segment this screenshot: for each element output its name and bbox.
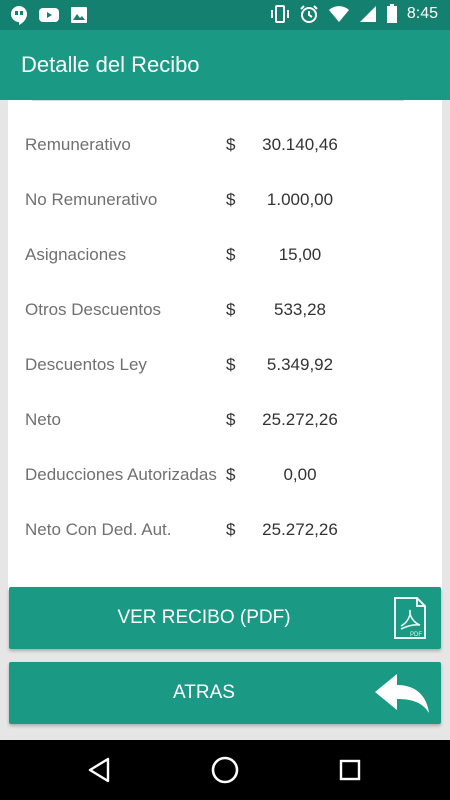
row-label: No Remunerativo	[25, 190, 158, 209]
status-time: 8:45	[406, 5, 438, 22]
back-label: ATRAS	[173, 682, 235, 703]
home-icon[interactable]	[209, 755, 241, 785]
row-value: 15,00	[278, 245, 322, 264]
receipt-card: Remunerativo $ 30.140,46 No Remunerativo…	[8, 100, 442, 590]
receipt-row-otros-descuentos: Otros Descuentos $ 533,28	[8, 295, 442, 325]
row-label: Remunerativo	[25, 135, 131, 154]
signal-icon	[359, 6, 376, 22]
view-pdf-label: VER RECIBO (PDF)	[117, 607, 291, 628]
view-pdf-button[interactable]: VER RECIBO (PDF) PDF	[9, 587, 441, 649]
wifi-icon	[328, 6, 349, 22]
row-label: Deducciones Autorizadas	[25, 465, 217, 484]
receipt-row-neto-con-ded: Neto Con Ded. Aut. $ 25.272,26	[8, 515, 442, 545]
row-value: 30.140,46	[262, 135, 338, 154]
row-label: Asignaciones	[25, 245, 127, 264]
currency-symbol: $	[226, 135, 236, 154]
nav-bar	[0, 740, 450, 800]
card-divider	[32, 100, 404, 101]
currency-symbol: $	[226, 245, 236, 264]
currency-symbol: $	[226, 355, 236, 374]
receipt-row-remunerativo: Remunerativo $ 30.140,46	[8, 130, 442, 160]
row-value: 0,00	[283, 465, 317, 484]
back-icon[interactable]	[86, 755, 114, 785]
youtube-icon	[39, 8, 59, 22]
alarm-icon	[300, 5, 318, 23]
row-label: Neto Con Ded. Aut.	[25, 520, 172, 539]
reply-arrow-icon	[375, 674, 429, 713]
row-value: 25.272,26	[262, 520, 338, 539]
pdf-icon: PDF	[394, 597, 426, 639]
status-bar: 8:45	[0, 0, 450, 30]
back-button[interactable]: ATRAS	[9, 662, 441, 724]
hangouts-icon	[11, 6, 27, 25]
app-bar: Detalle del Recibo	[0, 30, 450, 100]
receipt-row-deducciones-autorizadas: Deducciones Autorizadas $ 0,00	[8, 460, 442, 490]
recents-icon[interactable]	[337, 755, 363, 785]
row-value: 5.349,92	[266, 355, 334, 374]
receipt-row-asignaciones: Asignaciones $ 15,00	[8, 240, 442, 270]
receipt-row-neto: Neto $ 25.272,26	[8, 405, 442, 435]
receipt-row-descuentos-ley: Descuentos Ley $ 5.349,92	[8, 350, 442, 380]
row-label: Neto	[25, 410, 61, 429]
row-value: 1.000,00	[266, 190, 334, 209]
row-value: 533,28	[274, 300, 326, 319]
row-value: 25.272,26	[262, 410, 338, 429]
currency-symbol: $	[226, 410, 236, 429]
page-title: Detalle del Recibo	[21, 52, 200, 77]
receipt-row-no-remunerativo: No Remunerativo $ 1.000,00	[8, 185, 442, 215]
image-icon	[71, 7, 87, 23]
currency-symbol: $	[226, 300, 236, 319]
vibrate-icon	[270, 5, 289, 23]
currency-symbol: $	[226, 190, 236, 209]
pdf-icon-text: PDF	[410, 632, 422, 638]
currency-symbol: $	[226, 520, 236, 539]
battery-icon	[386, 4, 397, 23]
row-label: Descuentos Ley	[25, 355, 147, 374]
row-label: Otros Descuentos	[25, 300, 162, 319]
currency-symbol: $	[226, 465, 236, 484]
